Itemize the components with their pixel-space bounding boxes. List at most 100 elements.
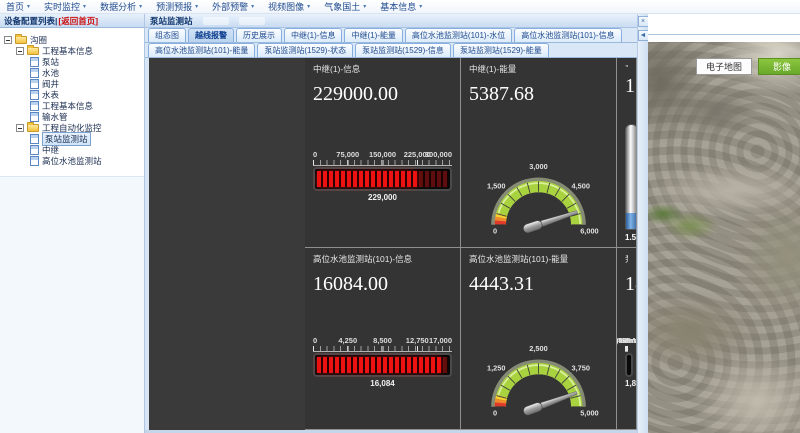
tab-configuration-diagram[interactable]: 组态图 xyxy=(148,28,186,42)
page-title: 泵站监测站 xyxy=(150,15,193,27)
widget-title: 中继(1)-能量 xyxy=(469,63,608,75)
tree-item-pump-monitor-station[interactable]: 泵站监测站 xyxy=(4,133,142,144)
svg-text:1,250: 1,250 xyxy=(487,363,505,372)
tree-item-valve-well[interactable]: 阀井 xyxy=(4,78,142,89)
widget-value: 4443.31 xyxy=(469,273,608,296)
tab-relay1-info[interactable]: 中继(1)-信息 xyxy=(284,28,342,42)
menu-item-forecast[interactable]: 预测预报▾ xyxy=(156,0,198,13)
collapse-arrow-icon[interactable]: ◄ xyxy=(638,30,649,41)
svg-text:5,000: 5,000 xyxy=(580,408,598,417)
return-home-link[interactable]: [返回首页] xyxy=(58,15,98,27)
tick-ruler xyxy=(625,346,628,352)
widget-value: 229000.00 xyxy=(313,83,452,106)
tab-pump1529-info[interactable]: 泵站监测站(1529)-信息 xyxy=(355,43,451,57)
chevron-down-icon: ▾ xyxy=(195,3,198,10)
top-menubar: 首页▾ 实时监控▾ 数据分析▾ 预测预报▾ 外部预警▾ 视频图像▾ 气象国土▾ … xyxy=(0,0,800,14)
tree-item-water-pipe[interactable]: 输水管 xyxy=(4,111,142,122)
imagery-button[interactable]: 影像 xyxy=(758,58,800,75)
form-icon xyxy=(30,112,39,122)
tab-highres101-info[interactable]: 高位水池监测站(101)-信息 xyxy=(514,28,621,42)
collapse-expander-icon[interactable] xyxy=(16,124,24,132)
collapse-expander-icon[interactable] xyxy=(16,47,24,55)
gauge-value-label: 1.58m xyxy=(625,233,637,242)
menu-item-data-analysis[interactable]: 数据分析▾ xyxy=(100,0,142,13)
chevron-down-icon: ▾ xyxy=(139,3,142,10)
form-icon xyxy=(30,145,39,155)
menu-item-external-alert[interactable]: 外部预警▾ xyxy=(212,0,254,13)
chevron-down-icon: ▾ xyxy=(251,3,254,10)
led-bar-gauge: 0mV475mV950mV1,425mV1,900mV 1,801.61mV xyxy=(625,336,628,388)
tree-item-gouquan[interactable]: 沟圈 xyxy=(4,34,142,45)
ghost-button xyxy=(203,17,229,25)
menu-item-home[interactable]: 首页▾ xyxy=(6,0,30,13)
tree-item-project-basic-info[interactable]: 工程基本信息 xyxy=(4,45,142,56)
svg-text:1,500: 1,500 xyxy=(487,181,505,190)
widget-value: 1.58 xyxy=(625,75,628,98)
led-bar-gauge: 075,000150,000225,000300,000 229,000 xyxy=(313,150,452,202)
radial-gauge: 0 1,250 2,500 3,750 5,000 xyxy=(469,334,608,424)
main-panel: 泵站监测站 组态图 越线报警 历史展示 中继(1)-信息 中继(1)-能量 高位… xyxy=(145,14,637,433)
menu-item-realtime-monitor[interactable]: 实时监控▾ xyxy=(44,0,86,13)
form-icon xyxy=(30,101,39,111)
chevron-down-icon: ▾ xyxy=(27,3,30,10)
tab-relay1-energy[interactable]: 中继(1)-能量 xyxy=(344,28,402,42)
tab-row-2: 高位水池监测站(101)-能量 泵站监测站(1529)-状态 泵站监测站(152… xyxy=(145,43,637,58)
panel-splitter[interactable]: × ◄ xyxy=(637,14,648,433)
chevron-down-icon: ▾ xyxy=(419,3,422,10)
folder-icon xyxy=(27,124,39,132)
widget-highres101-energy: 高位水池监测站(101)-能量 4443.31 xyxy=(461,248,617,430)
sidebar-header: 设备配置列表| [返回首页] xyxy=(0,14,144,28)
satellite-map[interactable]: 电子地图 影像 xyxy=(648,42,800,433)
form-icon xyxy=(30,57,39,67)
widget-value: 16084.00 xyxy=(313,273,452,296)
tab-row-1: 组态图 越线报警 历史展示 中继(1)-信息 中继(1)-能量 高位水池监测站(… xyxy=(145,28,637,43)
application-window: 首页▾ 实时监控▾ 数据分析▾ 预测预报▾ 外部预警▾ 视频图像▾ 气象国土▾ … xyxy=(0,0,800,433)
menu-item-video[interactable]: 视频图像▾ xyxy=(268,0,310,13)
tree-item-reservoir[interactable]: 水池 xyxy=(4,67,142,78)
ghost-button xyxy=(239,17,265,25)
svg-text:0: 0 xyxy=(493,226,497,235)
svg-text:6,000: 6,000 xyxy=(580,226,598,235)
close-icon[interactable]: × xyxy=(638,16,649,27)
tree-item-high-reservoir-station[interactable]: 高位水池监测站 xyxy=(4,155,142,166)
widget-title: 泵站监测站(1529)-状态 xyxy=(625,253,628,265)
svg-text:2,500: 2,500 xyxy=(529,344,547,353)
tab-highres101-energy[interactable]: 高位水池监测站(101)-能量 xyxy=(148,43,255,57)
led-bar-gauge: 04,2508,50012,75017,000 16,084 xyxy=(313,336,452,388)
tree-item-water-meter[interactable]: 水表 xyxy=(4,89,142,100)
widget-title: 高位水池监测站(101)-水位 xyxy=(625,63,628,67)
tree-item-relay[interactable]: 中继 xyxy=(4,144,142,155)
tab-pump1529-energy[interactable]: 泵站监测站(1529)-能量 xyxy=(453,43,549,57)
electronic-map-button[interactable]: 电子地图 xyxy=(696,58,752,75)
gauge-value-label: 229,000 xyxy=(313,193,452,202)
tree-item-project-info[interactable]: 工程基本信息 xyxy=(4,100,142,111)
form-icon xyxy=(30,156,39,166)
tree-item-pump-station[interactable]: 泵站 xyxy=(4,56,142,67)
widget-title: 高位水池监测站(101)-信息 xyxy=(313,253,452,265)
form-icon xyxy=(30,134,39,144)
map-layer-buttons: 电子地图 影像 xyxy=(696,58,800,75)
tab-highres101-level[interactable]: 高位水池监测站(101)-水位 xyxy=(405,28,512,42)
sidebar-title: 设备配置列表| xyxy=(4,15,57,27)
form-icon xyxy=(30,79,39,89)
device-tree: 沟圈 工程基本信息 泵站 水池 阀井 水表 工程基本信息 输水管 工程自动化监控… xyxy=(0,28,144,168)
folder-icon xyxy=(27,47,39,55)
widget-title: 中继(1)-信息 xyxy=(313,63,452,75)
form-icon xyxy=(30,68,39,78)
folder-icon xyxy=(15,36,27,44)
chevron-down-icon: ▾ xyxy=(307,3,310,10)
radial-gauge: 0 1,500 3,000 4,500 6,000 xyxy=(469,152,608,242)
tab-pump1529-status[interactable]: 泵站监测站(1529)-状态 xyxy=(257,43,353,57)
gauge-value-label: 16,084 xyxy=(313,379,452,388)
widget-pump1529-status: 泵站监测站(1529)-状态 1801.61 0mV475mV950mV1,42… xyxy=(617,248,637,430)
tick-ruler xyxy=(313,160,452,166)
tab-history-display[interactable]: 历史展示 xyxy=(236,28,282,42)
chevron-down-icon: ▾ xyxy=(363,3,366,10)
widget-value: 5387.68 xyxy=(469,83,608,106)
menu-item-basic-info[interactable]: 基本信息▾ xyxy=(380,0,422,13)
tab-threshold-alarm[interactable]: 越线报警 xyxy=(188,28,234,42)
svg-text:4,500: 4,500 xyxy=(572,181,590,190)
thermometer-tube xyxy=(625,124,637,230)
collapse-expander-icon[interactable] xyxy=(4,36,12,44)
menu-item-weather-land[interactable]: 气象国土▾ xyxy=(324,0,366,13)
